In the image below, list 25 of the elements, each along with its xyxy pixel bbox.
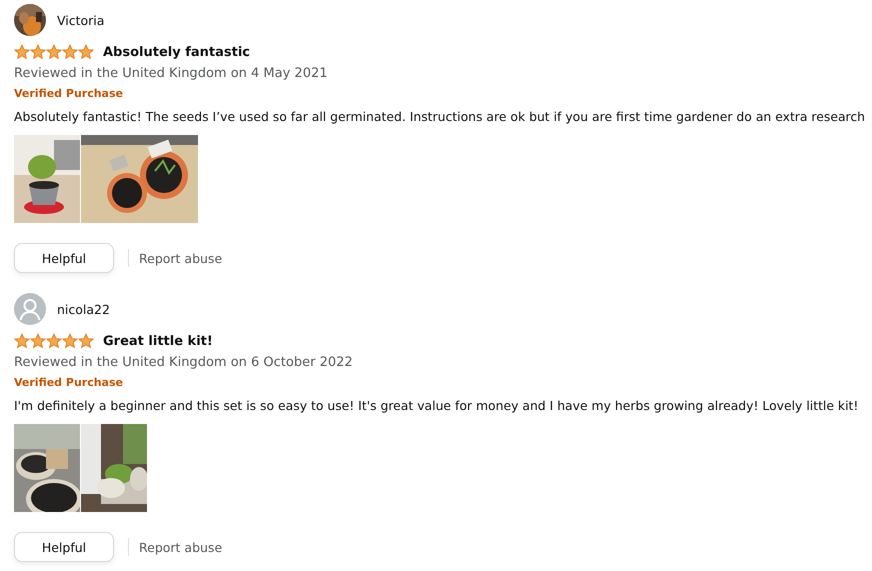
reviewer-name: Victoria — [57, 12, 104, 28]
verified-purchase-label: Verified Purchase — [14, 375, 124, 391]
verified-purchase-label: Verified Purchase — [14, 86, 124, 102]
helpful-button[interactable]: Helpful — [14, 532, 114, 562]
review-title[interactable]: Absolutely fantastic — [103, 44, 250, 60]
star-icon — [30, 333, 46, 349]
report-abuse-link[interactable]: Report abuse — [139, 250, 222, 266]
star-icon — [46, 333, 62, 349]
star-icon — [14, 44, 30, 60]
star-icon — [78, 44, 94, 60]
review-date: Reviewed in the United Kingdom on 4 May 2021 — [14, 65, 329, 83]
review-text: Absolutely fantastic! The seeds I’ve used so far all germinated. Instructions are ok but if you are first time gardener do an extra research — [14, 108, 866, 126]
review-date: Reviewed in the United Kingdom on 6 October 2022 — [14, 354, 354, 372]
star-icon — [30, 44, 46, 60]
review-title[interactable]: Great little kit! — [103, 334, 213, 348]
star-icon — [62, 333, 78, 349]
reviewer-name: nicola22 — [57, 302, 110, 316]
report-abuse-link[interactable]: Report abuse — [139, 540, 222, 554]
helpful-button[interactable]: Helpful — [14, 243, 114, 273]
avatar-icon — [14, 293, 46, 325]
star-icon — [62, 44, 78, 60]
star-icon — [78, 333, 94, 349]
review-text: I'm definitely a beginner and this set is so easy to use! It's great value for money and I have my herbs growing already! Lovely little kit! — [14, 397, 860, 415]
star-icon — [14, 333, 30, 349]
star-icon — [46, 44, 62, 60]
